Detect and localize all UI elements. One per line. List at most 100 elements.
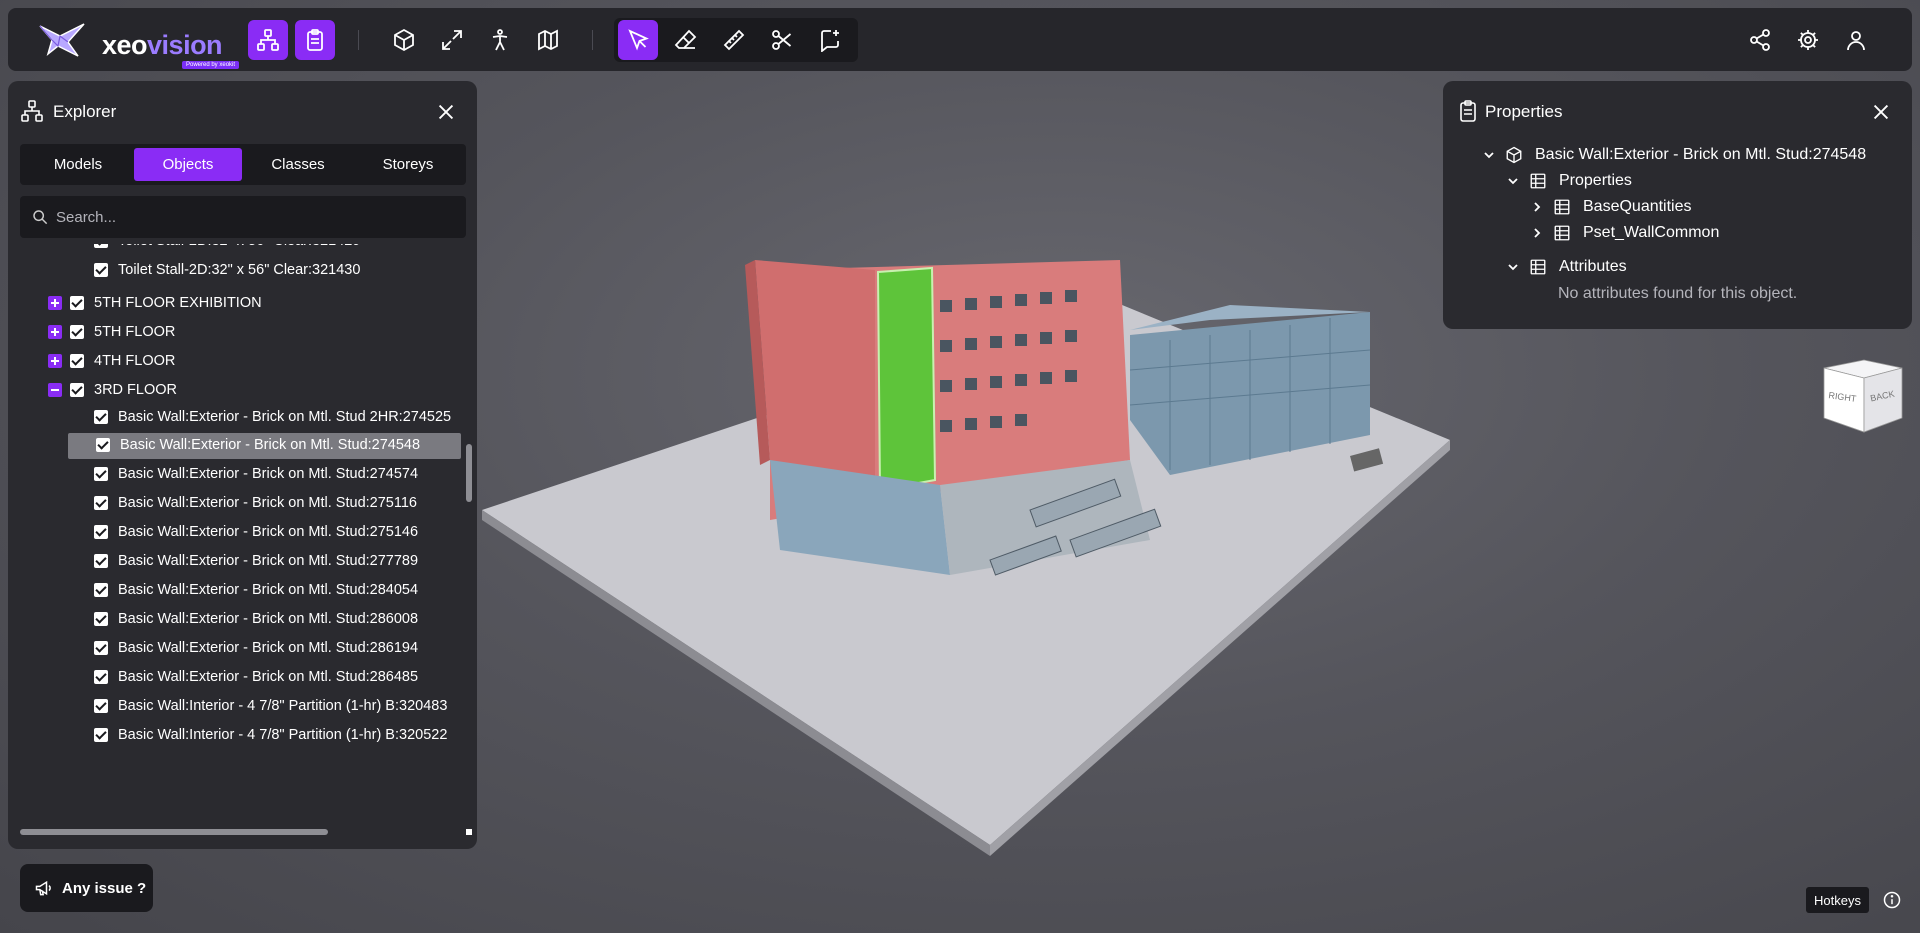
visibility-checkbox[interactable]: [70, 383, 84, 397]
tree-row[interactable]: Basic Wall:Exterior - Brick on Mtl. Stud…: [68, 433, 461, 459]
plan-view-button[interactable]: [528, 20, 568, 60]
visibility-checkbox[interactable]: [94, 525, 108, 539]
visibility-checkbox[interactable]: [70, 325, 84, 339]
tree-row[interactable]: Basic Wall:Exterior - Brick on Mtl. Stud…: [94, 491, 417, 515]
hierarchy-icon: [257, 29, 279, 51]
select-tool-button[interactable]: [618, 20, 658, 60]
properties-group-node[interactable]: Properties: [1507, 170, 1632, 192]
tree-row[interactable]: Basic Wall:Exterior - Brick on Mtl. Stud…: [94, 549, 418, 573]
settings-button[interactable]: [1788, 20, 1828, 60]
visibility-checkbox[interactable]: [94, 467, 108, 481]
logo-mark-icon: [39, 23, 85, 57]
tree-row[interactable]: 4TH FLOOR: [48, 349, 175, 373]
3d-viewport[interactable]: [470, 220, 1470, 860]
visibility-checkbox[interactable]: [94, 670, 108, 684]
powered-by-badge: Powered by xeokit: [182, 61, 240, 69]
user-button[interactable]: [1836, 20, 1876, 60]
xeovision-logo: xeovision Powered by xeokit: [38, 20, 240, 69]
tree-row-label: Basic Wall:Exterior - Brick on Mtl. Stud…: [118, 582, 419, 598]
tree-horizontal-scrollbar[interactable]: [20, 829, 472, 835]
expand-plus-icon[interactable]: [48, 325, 62, 339]
tab-storeys[interactable]: Storeys: [354, 148, 462, 181]
tree-row[interactable]: Toilet Stall-2D:32" x 56" Clear:321430: [94, 258, 360, 282]
tree-row-label: Basic Wall:Exterior - Brick on Mtl. Stud…: [118, 669, 419, 685]
object-tree: Sink Vanity-Round:19" x 19":321472Stair:…: [8, 244, 468, 824]
tree-vertical-scrollbar[interactable]: [466, 334, 472, 904]
chevron-right-icon[interactable]: [1531, 227, 1543, 239]
close-icon[interactable]: [435, 101, 457, 123]
chevron-down-icon[interactable]: [1483, 149, 1495, 161]
tab-models[interactable]: Models: [24, 148, 132, 181]
visibility-checkbox[interactable]: [94, 410, 108, 424]
tree-row[interactable]: Basic Wall:Interior - 4 7/8" Partition (…: [94, 723, 447, 747]
cube-icon: [1506, 146, 1522, 164]
pset-wallcommon-node[interactable]: Pset_WallCommon: [1531, 222, 1719, 244]
tree-row[interactable]: Basic Wall:Exterior - Brick on Mtl. Stud…: [94, 607, 418, 631]
table-icon: [1530, 259, 1546, 275]
visibility-checkbox[interactable]: [94, 728, 108, 742]
close-icon[interactable]: [1870, 101, 1892, 123]
collapse-minus-icon[interactable]: [48, 383, 62, 397]
visibility-checkbox[interactable]: [96, 438, 110, 452]
share-icon: [1750, 29, 1770, 51]
chevron-down-icon[interactable]: [1507, 175, 1519, 187]
chevron-right-icon[interactable]: [1531, 201, 1543, 213]
hotkeys-button[interactable]: Hotkeys: [1806, 887, 1869, 913]
search-icon: [33, 210, 48, 225]
tree-row[interactable]: 3RD FLOOR: [48, 378, 177, 402]
visibility-checkbox[interactable]: [70, 296, 84, 310]
tree-row[interactable]: Basic Wall:Exterior - Brick on Mtl. Stud…: [94, 520, 418, 544]
tree-row-label: Basic Wall:Exterior - Brick on Mtl. Stud…: [118, 640, 419, 656]
tree-row-label: 4TH FLOOR: [94, 353, 176, 369]
visibility-checkbox[interactable]: [94, 699, 108, 713]
tab-classes[interactable]: Classes: [244, 148, 352, 181]
visibility-checkbox[interactable]: [94, 641, 108, 655]
tree-row[interactable]: Toilet Stall-2D:32" x 56" Clear:321429: [94, 244, 360, 253]
visibility-checkbox[interactable]: [94, 583, 108, 597]
comment-add-icon: [821, 30, 839, 52]
explorer-toggle-button[interactable]: [248, 20, 288, 60]
tree-row-label: Basic Wall:Interior - 4 7/8" Partition (…: [118, 698, 448, 714]
object-node[interactable]: Basic Wall:Exterior - Brick on Mtl. Stud…: [1483, 144, 1866, 166]
first-person-button[interactable]: [480, 20, 520, 60]
base-quantities-node[interactable]: BaseQuantities: [1531, 196, 1692, 218]
visibility-checkbox[interactable]: [94, 612, 108, 626]
visibility-checkbox[interactable]: [94, 496, 108, 510]
tree-row[interactable]: Basic Wall:Exterior - Brick on Mtl. Stud…: [94, 636, 418, 660]
search-input[interactable]: [56, 204, 446, 230]
section-tool-button[interactable]: [762, 20, 802, 60]
tree-row[interactable]: Basic Wall:Interior - 4 7/8" Partition (…: [94, 694, 447, 718]
visibility-checkbox[interactable]: [70, 354, 84, 368]
fit-view-button[interactable]: [432, 20, 472, 60]
measure-tool-button[interactable]: [714, 20, 754, 60]
no-attributes-message: No attributes found for this object.: [1558, 285, 1798, 302]
visibility-checkbox[interactable]: [94, 263, 108, 277]
eraser-icon: [674, 29, 697, 49]
navigation-cube[interactable]: RIGHT BACK: [1820, 356, 1906, 436]
share-button[interactable]: [1740, 20, 1780, 60]
tree-row[interactable]: Basic Wall:Exterior - Brick on Mtl. Stud…: [94, 462, 418, 486]
tree-row[interactable]: 5TH FLOOR: [48, 320, 175, 344]
properties-title: Properties: [1485, 102, 1563, 121]
search-box: [20, 196, 466, 238]
any-issue-button[interactable]: Any issue ?: [20, 864, 153, 912]
chevron-down-icon[interactable]: [1507, 261, 1519, 273]
info-icon[interactable]: [1882, 890, 1902, 910]
annotate-tool-button[interactable]: [810, 20, 850, 60]
tree-row[interactable]: Basic Wall:Exterior - Brick on Mtl. Stud…: [94, 578, 418, 602]
tree-row-label: 5TH FLOOR EXHIBITION: [94, 295, 262, 311]
tree-row[interactable]: Basic Wall:Exterior - Brick on Mtl. Stud…: [94, 665, 418, 689]
attributes-group-node[interactable]: Attributes: [1507, 256, 1627, 278]
visibility-checkbox[interactable]: [94, 554, 108, 568]
expand-plus-icon[interactable]: [48, 296, 62, 310]
megaphone-icon: [35, 880, 51, 896]
tree-row[interactable]: Basic Wall:Exterior - Brick on Mtl. Stud…: [94, 405, 451, 429]
expand-plus-icon[interactable]: [48, 354, 62, 368]
erase-tool-button[interactable]: [666, 20, 706, 60]
properties-group-label: Properties: [1559, 172, 1632, 189]
tab-objects[interactable]: Objects: [134, 148, 242, 181]
properties-toggle-button[interactable]: [295, 20, 335, 60]
visibility-checkbox[interactable]: [94, 244, 108, 248]
tree-row[interactable]: 5TH FLOOR EXHIBITION: [48, 291, 262, 315]
3d-view-button[interactable]: [384, 20, 424, 60]
